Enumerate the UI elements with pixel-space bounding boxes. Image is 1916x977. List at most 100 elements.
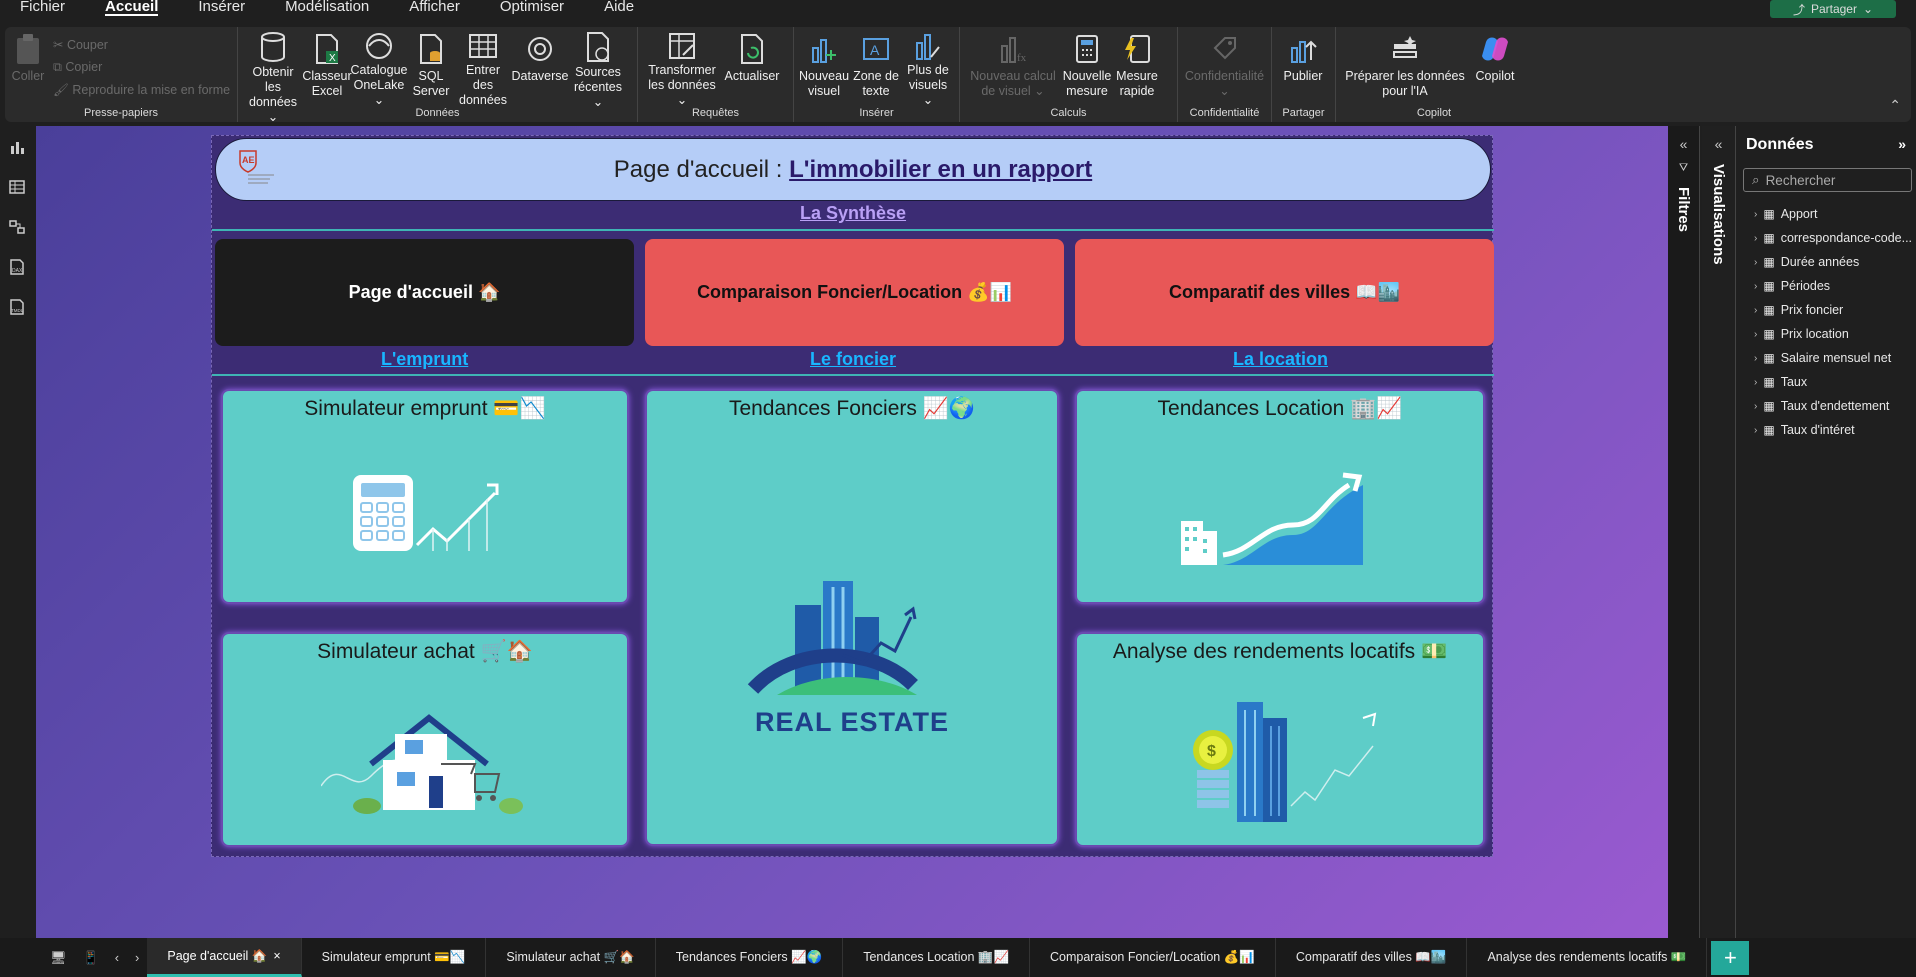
- enter-data-label: Entrer des données: [459, 63, 507, 107]
- card-simulateur-achat[interactable]: Simulateur achat 🛒🏠: [221, 632, 629, 847]
- copy-button[interactable]: ⧉ Copier: [53, 60, 230, 75]
- close-icon[interactable]: ×: [273, 949, 280, 963]
- coins-building-growth-icon: $: [1187, 696, 1387, 827]
- table-list: › ▦ Apport › ▦ correspondance-code... › ▦ Durée …: [1738, 202, 1916, 442]
- chevron-left-icon[interactable]: ‹: [107, 950, 127, 965]
- svg-text:fx: fx: [1017, 52, 1027, 64]
- menu-fichier[interactable]: Fichier: [20, 0, 65, 24]
- more-visuals-button[interactable]: Plus de visuels ⌄: [902, 31, 954, 107]
- sql-server-button[interactable]: SQL Server: [408, 31, 454, 107]
- dataverse-button[interactable]: Dataverse: [512, 31, 569, 107]
- prepare-data-ai-button[interactable]: Préparer les données pour l'IA: [1340, 31, 1470, 107]
- add-page-button[interactable]: +: [1711, 940, 1750, 975]
- table-list-item[interactable]: › ▦ Taux: [1738, 370, 1916, 394]
- house-cart-icon: [320, 706, 531, 823]
- recent-sources-button[interactable]: Sources récentes ⌄: [568, 31, 628, 109]
- link-synthese[interactable]: La Synthèse: [800, 203, 906, 224]
- chevron-right-icon[interactable]: ›: [1754, 233, 1757, 244]
- menu-aide[interactable]: Aide: [604, 0, 634, 24]
- table-view-icon[interactable]: [8, 178, 26, 196]
- table-list-item[interactable]: › ▦ correspondance-code...: [1738, 226, 1916, 250]
- table-list-item[interactable]: › ▦ Taux d'endettement: [1738, 394, 1916, 418]
- chevron-right-icon[interactable]: ›: [1754, 401, 1757, 412]
- refresh-button[interactable]: Actualiser: [722, 31, 782, 107]
- new-visual-button[interactable]: Nouveau visuel: [798, 31, 850, 107]
- chevron-right-icon[interactable]: ›: [1754, 209, 1757, 220]
- menu-accueil[interactable]: Accueil: [105, 0, 159, 24]
- chevron-up-icon[interactable]: ⌃: [1889, 97, 1901, 114]
- new-measure-label: Nouvelle mesure: [1062, 69, 1112, 98]
- quick-measure-button[interactable]: Mesure rapide: [1112, 31, 1162, 107]
- page-tab[interactable]: Comparaison Foncier/Location 💰📊: [1030, 938, 1276, 977]
- chevron-right-icon[interactable]: ›: [1754, 305, 1757, 316]
- chevron-left-icon[interactable]: «: [1680, 136, 1688, 152]
- nav-button-comparatif-villes[interactable]: Comparatif des villes 📖🏙️: [1075, 239, 1494, 346]
- page-tab[interactable]: Tendances Fonciers 📈🌍: [656, 938, 844, 977]
- visualisations-pane-collapsed[interactable]: « Visualisations: [1702, 126, 1736, 938]
- share-button[interactable]: ⤴ Partager ⌄: [1770, 0, 1896, 18]
- report-view-icon[interactable]: [8, 138, 26, 156]
- link-location[interactable]: La location: [1233, 349, 1328, 370]
- filters-pane-collapsed[interactable]: « ⛛ Filtres: [1668, 126, 1700, 938]
- table-list-item[interactable]: › ▦ Prix foncier: [1738, 298, 1916, 322]
- card-tendances-fonciers[interactable]: Tendances Fonciers 📈🌍 REAL ESTATE: [645, 389, 1059, 846]
- text-box-button[interactable]: A Zone de texte: [850, 31, 902, 107]
- table-list-item[interactable]: › ▦ Durée années: [1738, 250, 1916, 274]
- link-emprunt[interactable]: L'emprunt: [381, 349, 468, 370]
- tmdl-view-icon[interactable]: TMDL: [8, 298, 26, 316]
- table-list-item[interactable]: › ▦ Périodes: [1738, 274, 1916, 298]
- enter-data-button[interactable]: Entrer des données: [454, 31, 512, 107]
- page-tab[interactable]: Analyse des rendements locatifs 💵: [1467, 938, 1708, 977]
- mobile-view-icon[interactable]: 📱: [75, 950, 107, 966]
- menu-optimiser[interactable]: Optimiser: [500, 0, 564, 24]
- menu-afficher[interactable]: Afficher: [409, 0, 460, 24]
- table-list-item[interactable]: › ▦ Apport: [1738, 202, 1916, 226]
- link-foncier[interactable]: Le foncier: [810, 349, 896, 370]
- table-list-item[interactable]: › ▦ Salaire mensuel net: [1738, 346, 1916, 370]
- publish-button[interactable]: Publier: [1276, 31, 1330, 107]
- transform-data-button[interactable]: Transformer les données ⌄: [642, 31, 722, 107]
- table-list-item[interactable]: › ▦ Taux d'intéret: [1738, 418, 1916, 442]
- card-rendements-locatifs[interactable]: Analyse des rendements locatifs 💵 $: [1075, 632, 1485, 847]
- new-measure-button[interactable]: Nouvelle mesure: [1062, 31, 1112, 107]
- chevron-left-icon[interactable]: «: [1715, 136, 1723, 152]
- card-title: Simulateur achat 🛒🏠: [317, 640, 533, 663]
- onelake-button[interactable]: Catalogue OneLake ⌄: [350, 31, 408, 107]
- format-painter-button[interactable]: 🖌 Reproduire la mise en forme: [53, 83, 230, 98]
- page-tab[interactable]: Page d'accueil 🏠 ×: [147, 938, 302, 977]
- page-tab[interactable]: Simulateur achat 🛒🏠: [486, 938, 656, 977]
- model-view-icon[interactable]: [8, 218, 26, 236]
- paste-button[interactable]: Coller: [9, 31, 47, 107]
- chevron-right-icon[interactable]: ›: [1754, 377, 1757, 388]
- table-list-item[interactable]: › ▦ Prix location: [1738, 322, 1916, 346]
- copilot-button[interactable]: Copilot: [1470, 31, 1520, 107]
- nav-button-comparaison[interactable]: Comparaison Foncier/Location 💰📊: [645, 239, 1064, 346]
- data-search-input[interactable]: ⌕ Rechercher: [1743, 168, 1912, 192]
- dax-query-icon[interactable]: DAX: [8, 258, 26, 276]
- excel-button[interactable]: X Classeur Excel: [302, 31, 352, 107]
- page-tab[interactable]: Comparatif des villes 📖🏙️: [1276, 938, 1468, 977]
- get-data-button[interactable]: Obtenir les données ⌄: [242, 31, 304, 124]
- data-pane-title: Données: [1746, 136, 1814, 153]
- chevron-right-icon[interactable]: ›: [1754, 329, 1757, 340]
- company-logo: AE: [234, 149, 278, 189]
- cut-button[interactable]: ✂ Couper: [53, 37, 230, 52]
- chevron-right-icon[interactable]: ›: [1754, 281, 1757, 292]
- chevron-right-icon[interactable]: ›: [1754, 425, 1757, 436]
- copy-label: Copier: [65, 60, 103, 74]
- chevron-right-icon[interactable]: ›: [127, 950, 147, 965]
- card-tendances-location[interactable]: Tendances Location 🏢📈: [1075, 389, 1485, 604]
- nav-button-home[interactable]: Page d'accueil 🏠: [215, 239, 634, 346]
- menu-inserer[interactable]: Insérer: [198, 0, 245, 24]
- desktop-view-icon[interactable]: 🖥: [0, 950, 75, 966]
- chevron-right-icon[interactable]: ›: [1754, 257, 1757, 268]
- menu-modelisation[interactable]: Modélisation: [285, 0, 369, 24]
- new-visual-calc-button[interactable]: fx Nouveau calcul de visuel ⌄: [964, 31, 1062, 107]
- card-simulateur-emprunt[interactable]: Simulateur emprunt 💳📉: [221, 389, 629, 604]
- chevron-right-icon[interactable]: ›: [1754, 353, 1757, 364]
- page-tab[interactable]: Simulateur emprunt 💳📉: [302, 938, 487, 977]
- page-tab-bar: 🖥 📱 ‹ › Page d'accueil 🏠 × Simulateur emp…: [0, 938, 1916, 977]
- chevron-right-icon[interactable]: »: [1898, 136, 1906, 154]
- page-tab[interactable]: Tendances Location 🏢📈: [843, 938, 1031, 977]
- sensitivity-button[interactable]: Confidentialité ⌄: [1182, 31, 1267, 107]
